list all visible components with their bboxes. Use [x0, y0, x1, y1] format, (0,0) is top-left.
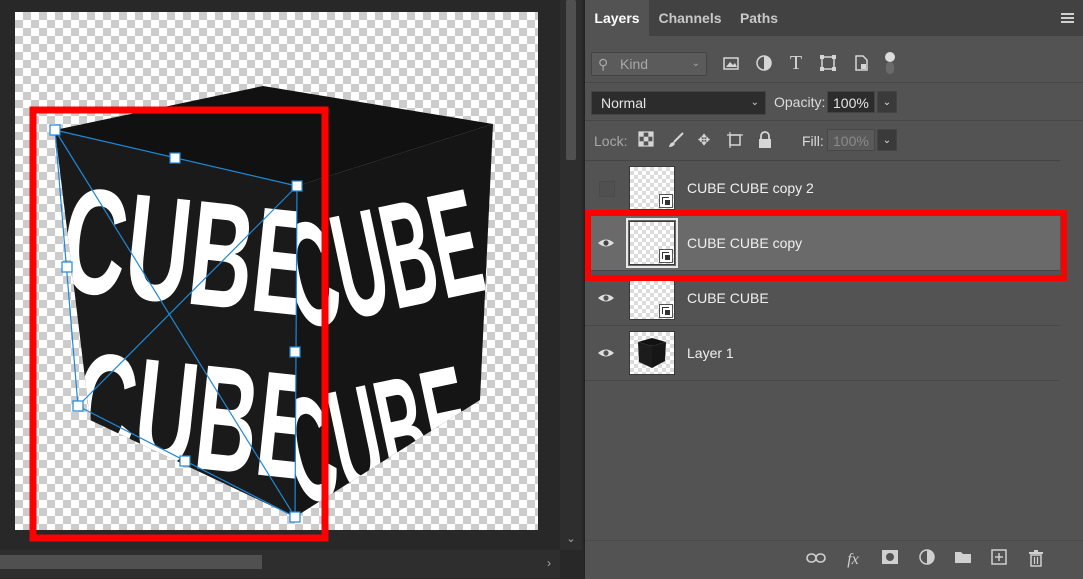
tab-layers[interactable]: Layers: [585, 0, 649, 36]
panel-menu-icon[interactable]: [1061, 13, 1074, 24]
canvas-vertical-scrollbar[interactable]: ⌄: [560, 0, 582, 550]
adjustment-filter-icon[interactable]: [755, 54, 773, 72]
lock-label: Lock:: [594, 133, 628, 149]
add-mask-icon[interactable]: [879, 549, 901, 571]
opacity-dropdown-chevron-icon[interactable]: ⌄: [877, 91, 897, 113]
blend-row: Normal ⌄ Opacity: 100% ⌄: [585, 82, 1083, 121]
tab-paths[interactable]: Paths: [731, 0, 787, 36]
new-layer-icon[interactable]: [988, 549, 1010, 571]
smart-object-badge-icon: [659, 304, 673, 318]
horizontal-scroll-thumb[interactable]: [0, 555, 262, 569]
layer-name[interactable]: Layer 1: [687, 326, 734, 381]
search-icon: ⚲: [598, 56, 609, 72]
smart-object-badge-icon: [659, 194, 673, 208]
layer-row-layer-1[interactable]: Layer 1: [585, 326, 1060, 381]
vertical-scroll-thumb[interactable]: [566, 0, 576, 160]
layer-name[interactable]: CUBE CUBE copy 2: [687, 161, 814, 216]
layer-thumbnail: [629, 276, 675, 320]
canvas-artwork: CUBE CUBE CUBE CUBE: [29, 86, 493, 542]
scroll-down-arrow-icon[interactable]: ⌄: [564, 532, 578, 546]
layer-filter-row: ⚲ Kind ⌄ T: [585, 36, 1083, 82]
lock-image-pixels-brush-icon[interactable]: [666, 131, 686, 151]
type-filter-icon[interactable]: T: [787, 53, 805, 73]
chevron-down-icon: ⌄: [691, 58, 700, 69]
scroll-right-arrow-icon[interactable]: ›: [542, 556, 556, 570]
cube-left-text-bottom: CUBE: [67, 320, 323, 512]
visibility-toggle-off[interactable]: [599, 181, 615, 197]
image-filter-icon[interactable]: [722, 54, 740, 72]
lock-artboard-icon[interactable]: [725, 131, 745, 151]
layer-name[interactable]: CUBE CUBE copy: [687, 216, 802, 271]
layer-row-cube-cube-copy[interactable]: CUBE CUBE copy: [585, 216, 1060, 271]
canvas-area[interactable]: CUBE CUBE CUBE CUBE: [0, 0, 560, 550]
layers-scrollbar[interactable]: [1060, 160, 1083, 545]
smart-object-badge-icon: [659, 249, 673, 263]
eye-icon[interactable]: [597, 290, 615, 306]
layers-panel: Layers Channels Paths ⚲ Kind ⌄ T Normal …: [584, 0, 1083, 579]
fill-dropdown-chevron-icon[interactable]: ⌄: [877, 129, 897, 151]
new-adjustment-layer-icon[interactable]: [916, 549, 938, 571]
panel-footer: fx: [585, 540, 1083, 579]
blend-mode-select[interactable]: Normal ⌄: [591, 91, 766, 115]
lock-all-icon[interactable]: [755, 131, 775, 151]
layer-thumbnail: [629, 166, 675, 210]
delete-layer-trash-icon[interactable]: [1025, 549, 1047, 571]
layer-thumbnail: [626, 218, 678, 268]
fill-input[interactable]: 100%: [827, 129, 875, 151]
lock-transparent-pixels-icon[interactable]: [636, 131, 656, 151]
cube-left-text-top: CUBE: [55, 155, 321, 348]
layer-row-cube-cube-copy-2[interactable]: CUBE CUBE copy 2: [585, 161, 1060, 216]
layers-list: CUBE CUBE copy 2 CUBE CUBE copy CUBE CUB…: [585, 160, 1060, 546]
lock-row: Lock: ✥ Fill: 100% ⌄: [585, 120, 1083, 161]
filter-toggle[interactable]: [885, 52, 895, 76]
shape-filter-icon[interactable]: [819, 54, 837, 72]
lock-position-move-icon[interactable]: ✥: [694, 131, 714, 151]
layer-name[interactable]: CUBE CUBE: [687, 271, 769, 326]
eye-icon[interactable]: [597, 235, 615, 251]
layer-style-fx-icon[interactable]: fx: [842, 549, 864, 571]
smart-object-filter-icon[interactable]: [852, 54, 870, 72]
filter-kind-select[interactable]: ⚲ Kind ⌄: [591, 52, 707, 76]
chevron-down-icon: ⌄: [750, 97, 759, 108]
filter-kind-label: Kind: [620, 56, 649, 72]
canvas-horizontal-scrollbar[interactable]: ›: [0, 550, 560, 578]
opacity-input[interactable]: 100%: [827, 91, 875, 113]
layer-thumbnail: [629, 331, 675, 375]
fill-label: Fill:: [802, 133, 824, 149]
eye-icon[interactable]: [597, 345, 615, 361]
tab-channels[interactable]: Channels: [649, 0, 731, 36]
panel-tab-bar: Layers Channels Paths: [585, 0, 1083, 36]
link-layers-icon[interactable]: [805, 549, 827, 571]
opacity-label: Opacity:: [774, 94, 826, 110]
blend-mode-value: Normal: [601, 95, 647, 111]
new-group-folder-icon[interactable]: [952, 549, 974, 571]
layer-row-cube-cube[interactable]: CUBE CUBE: [585, 271, 1060, 326]
